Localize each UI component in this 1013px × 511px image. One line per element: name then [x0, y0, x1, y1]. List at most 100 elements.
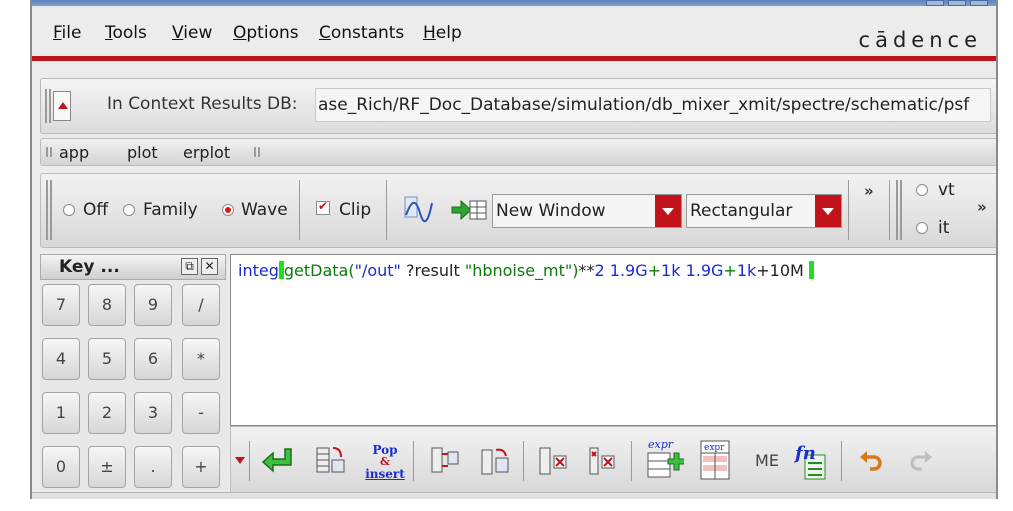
plot-destination-value: New Window: [496, 201, 606, 221]
toolbar-separator: [386, 180, 387, 240]
close-panel-icon[interactable]: ✕: [201, 258, 218, 275]
measurement-editor-button[interactable]: ME: [749, 445, 785, 475]
toolbar-menu-arrow[interactable]: [233, 445, 247, 475]
menu-options[interactable]: Options: [233, 23, 299, 43]
menu-constants[interactable]: Constants: [319, 23, 404, 43]
toolbar-separator: [889, 180, 890, 240]
clear-stack-icon[interactable]: [533, 441, 573, 481]
stack-push-icon[interactable]: [310, 441, 350, 481]
key-5[interactable]: 5: [88, 338, 126, 380]
key-9[interactable]: 9: [134, 284, 172, 326]
radio-it[interactable]: [916, 222, 928, 234]
radio-vt-label: vt: [938, 180, 955, 200]
chevron-down-icon[interactable]: [815, 195, 841, 227]
expression-text[interactable]: integ getData("/out" ?result "hbnoise_mt"…: [238, 261, 814, 280]
plot-options-toolbar: Off Family Wave Clip New Window: [40, 173, 996, 248]
radio-off[interactable]: [63, 204, 75, 216]
expr-token: **: [578, 261, 595, 280]
key-0[interactable]: 0: [42, 446, 80, 488]
fn-icon-text: fn: [793, 443, 816, 464]
pop-insert-label-bottom: insert: [365, 467, 405, 481]
send-to-table-icon[interactable]: [449, 192, 489, 228]
float-panel-icon[interactable]: ⧉: [181, 258, 198, 275]
toolbar-separator: [848, 180, 849, 240]
expr-table-icon-text: expr: [704, 443, 725, 453]
rotate-stack-icon[interactable]: [475, 441, 515, 481]
key-minus[interactable]: -: [182, 392, 220, 434]
toolbar-separator: [523, 441, 524, 481]
expr-token: getData(: [283, 261, 355, 280]
waveform-icon[interactable]: [401, 192, 435, 228]
key-2[interactable]: 2: [88, 392, 126, 434]
key-divide[interactable]: /: [182, 284, 220, 326]
expr-icon-text: expr: [648, 438, 674, 451]
expr-token: 2 1.9G: [594, 261, 648, 280]
expr-token: +: [723, 261, 737, 280]
tab-erplot[interactable]: erplot: [183, 143, 230, 162]
key-7[interactable]: 7: [42, 284, 80, 326]
menu-bar: File Tools View Options Constants Help c…: [32, 6, 996, 58]
expression-editor[interactable]: integ getData("/out" ?result "hbnoise_mt"…: [230, 254, 996, 426]
undo-icon[interactable]: [853, 441, 889, 481]
tab-app[interactable]: app: [59, 143, 89, 162]
add-expression-icon[interactable]: expr: [641, 435, 685, 485]
swap-stack-icon[interactable]: [425, 441, 465, 481]
context-results-bar: In Context Results DB: ase_Rich/RF_Doc_D…: [40, 78, 996, 134]
expr-token: "hbnoise_mt": [464, 261, 573, 280]
menu-view[interactable]: View: [172, 23, 212, 43]
redo-icon[interactable]: [903, 441, 939, 481]
tab-plot[interactable]: plot: [127, 143, 158, 162]
key-6[interactable]: 6: [134, 338, 172, 380]
key-multiply[interactable]: *: [182, 338, 220, 380]
toolbar-separator: [841, 441, 842, 481]
expression-table-icon[interactable]: expr: [693, 435, 737, 485]
pop-insert-icon[interactable]: Pop & insert: [363, 437, 407, 487]
toolbar-tab-bar: app plot erplot: [40, 138, 996, 166]
radio-vt[interactable]: [916, 184, 928, 196]
menu-file[interactable]: File: [53, 23, 81, 43]
tab-end-grip[interactable]: [254, 147, 260, 157]
key-plus[interactable]: +: [182, 446, 220, 488]
status-bar: [32, 492, 996, 499]
menu-tools[interactable]: Tools: [105, 23, 147, 43]
expr-token: 10M: [769, 261, 809, 280]
toolbar-separator: [299, 180, 300, 240]
clip-label: Clip: [339, 200, 372, 220]
radio-family[interactable]: [123, 204, 135, 216]
toolbar-grip-handle[interactable]: [46, 180, 52, 240]
toolbar-separator: [249, 441, 250, 481]
expr-token: +: [756, 261, 770, 280]
clear-all-icon[interactable]: [583, 441, 623, 481]
text-cursor: [808, 261, 814, 279]
expr-token: 1k: [736, 261, 757, 280]
radio-wave[interactable]: [222, 204, 234, 216]
probe-grip-handle[interactable]: [896, 180, 902, 240]
toolbar-overflow-chevron[interactable]: »: [977, 198, 987, 216]
clip-checkbox[interactable]: [316, 199, 330, 215]
brand-divider: [32, 56, 996, 61]
menu-help[interactable]: Help: [423, 23, 462, 43]
toolbar-more-chevron[interactable]: »: [864, 182, 874, 200]
key-4[interactable]: 4: [42, 338, 80, 380]
function-browser-icon[interactable]: fn: [789, 435, 833, 485]
key-1[interactable]: 1: [42, 392, 80, 434]
plot-destination-select[interactable]: New Window: [492, 194, 682, 228]
key-plus-minus[interactable]: ±: [88, 446, 126, 488]
expr-token: +: [647, 261, 662, 280]
keypad-title: Key ...: [59, 257, 120, 277]
chevron-down-icon[interactable]: [655, 195, 681, 227]
editor-action-toolbar: Pop & insert expr expr ME fn: [230, 426, 996, 494]
evaluate-icon[interactable]: [258, 441, 298, 481]
expr-token: integ: [238, 261, 279, 280]
context-collapse-button[interactable]: [53, 91, 71, 121]
tab-grip-handle[interactable]: [46, 147, 52, 157]
key-decimal[interactable]: .: [134, 446, 172, 488]
context-results-path-field[interactable]: ase_Rich/RF_Doc_Database/simulation/db_m…: [315, 88, 991, 122]
key-3[interactable]: 3: [134, 392, 172, 434]
expr-token: "/out": [354, 261, 401, 280]
key-8[interactable]: 8: [88, 284, 126, 326]
expr-token: 1k 1.9G: [661, 261, 724, 280]
keypad-title-bar: Key ... ⧉ ✕: [40, 254, 226, 280]
grip-handle[interactable]: [45, 89, 51, 123]
plot-type-select[interactable]: Rectangular: [686, 194, 842, 228]
